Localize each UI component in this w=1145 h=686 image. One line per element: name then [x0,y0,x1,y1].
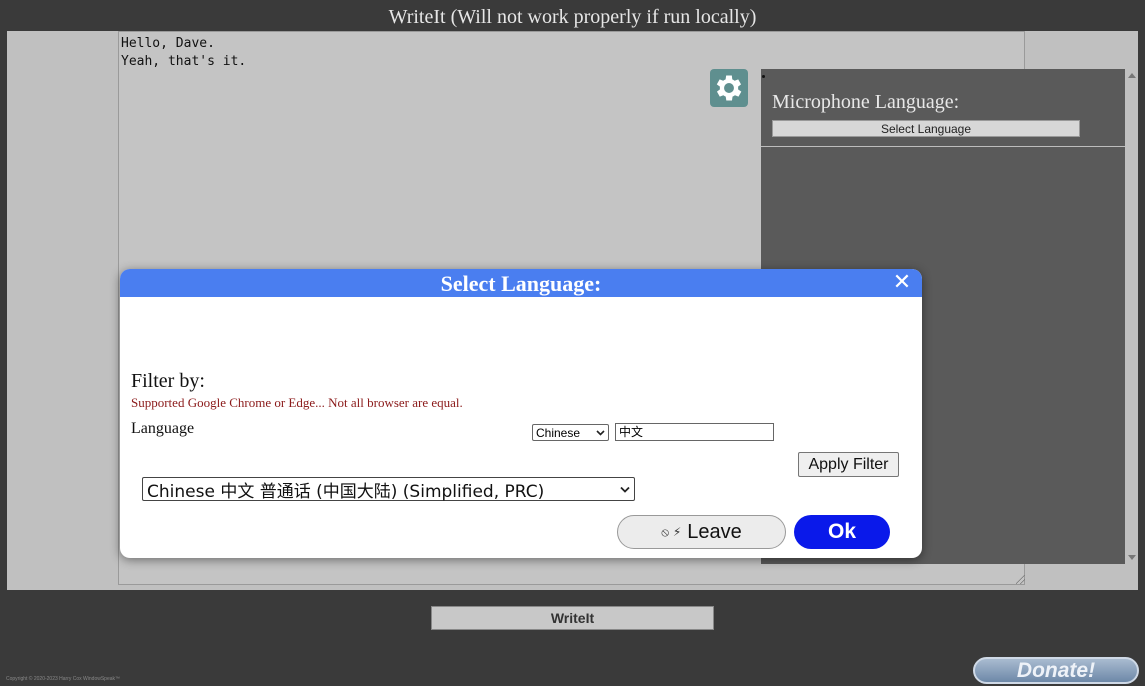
dialog-header: Select Language: ✕ [120,269,922,297]
language-filter-input[interactable]: 中文 [615,423,774,441]
language-filter-value: Chinese [536,425,581,440]
select-language-button[interactable]: Select Language [772,120,1080,137]
dialog-title: Select Language: [440,271,602,296]
donate-button[interactable]: Donate! [973,657,1139,684]
panel-dot [762,75,765,78]
ok-button[interactable]: Ok [794,515,890,549]
language-select[interactable]: Chinese 中文 普通话 (中国大陆) (Simplified, PRC) [142,477,635,502]
scroll-up-icon[interactable] [1128,73,1136,78]
language-filter-select[interactable]: Chinese [532,424,609,441]
chevron-down-icon [596,429,605,436]
language-label: Language [131,420,195,437]
select-language-dialog: Select Language: ✕ Filter by: Supported … [120,269,922,558]
scrollbar[interactable] [1125,69,1138,564]
app-title: WriteIt (Will not work properly if run l… [388,6,757,28]
leave-label: Leave [687,520,742,543]
microphone-language-label: Microphone Language: [772,91,960,113]
browser-support-note: Supported Google Chrome or Edge... Not a… [131,395,463,410]
copyright-text: Copyright © 2020-2023 Harry Cox WindowSp… [6,676,121,682]
leave-icons: ⦸ ⚡ [661,524,682,539]
scroll-down-icon[interactable] [1128,555,1136,560]
resize-grip-icon[interactable] [1016,575,1025,584]
chevron-down-icon [620,486,630,493]
settings-button[interactable] [710,69,748,107]
gear-icon [716,75,742,101]
apply-filter-button[interactable]: Apply Filter [798,452,899,477]
panel-divider [761,146,1125,147]
language-select-value: Chinese 中文 普通话 (中国大陆) (Simplified, PRC) [147,481,545,502]
filter-by-label: Filter by: [131,370,205,392]
close-icon[interactable]: ✕ [890,271,914,295]
leave-button[interactable]: ⦸ ⚡ Leave [617,515,786,549]
writeit-button[interactable]: WriteIt [431,606,714,630]
